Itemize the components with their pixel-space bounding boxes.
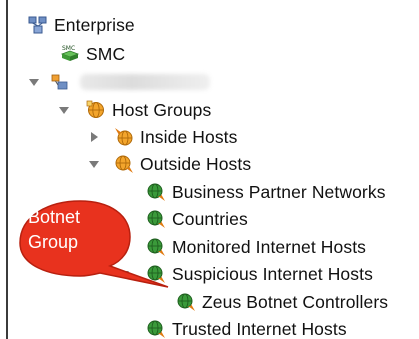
tree-item-label: SMC [86, 43, 126, 64]
callout-line-1: Botnet [28, 207, 81, 227]
tree-item-suspicious-internet-hosts[interactable]: Suspicious Internet Hosts [146, 261, 373, 287]
tree-item-label: Monitored Internet Hosts [172, 236, 367, 257]
tree-panel: Enterprise SMC SMC Host Groups Inside Ho… [0, 0, 419, 339]
expand-toggle-host-groups[interactable] [58, 104, 70, 116]
tree-item-business-partner-networks[interactable]: Business Partner Networks [146, 179, 386, 205]
chevron-right-icon [91, 132, 98, 142]
redacted-domain-name [80, 74, 210, 90]
tree-item-smc[interactable]: SMC SMC [60, 41, 125, 67]
inside-hosts-icon [115, 128, 133, 146]
chevron-down-icon [89, 161, 99, 168]
host-group-icon [147, 320, 165, 338]
domain-icon [51, 74, 68, 90]
tree-item-outside-hosts[interactable]: Outside Hosts [114, 151, 251, 177]
host-group-icon [177, 293, 195, 311]
chevron-down-icon [29, 79, 39, 86]
tree-item-label: Outside Hosts [140, 153, 252, 174]
expand-toggle-domain[interactable] [28, 76, 40, 88]
tree-item-label: Zeus Botnet Controllers [202, 291, 389, 312]
tree-item-label: Business Partner Networks [172, 181, 386, 202]
tree-item-label: Countries [172, 208, 248, 229]
chevron-down-icon [59, 107, 69, 114]
tree-item-label: Enterprise [54, 14, 135, 35]
smc-server-icon: SMC [60, 45, 80, 61]
outside-hosts-icon [115, 155, 133, 173]
panel-divider [6, 0, 8, 339]
tree-item-host-groups[interactable]: Host Groups [86, 97, 211, 123]
tree-item-label: Host Groups [112, 99, 212, 120]
expand-toggle-outside-hosts[interactable] [88, 158, 100, 170]
tree-item-enterprise[interactable]: Enterprise [28, 12, 135, 38]
enterprise-icon [28, 16, 47, 34]
callout-line-2: Group [28, 232, 79, 252]
tree-item-monitored-internet-hosts[interactable]: Monitored Internet Hosts [146, 234, 366, 260]
expand-toggle-inside-hosts[interactable] [88, 131, 100, 143]
smc-badge-text: SMC [62, 45, 75, 52]
tree-item-label: Trusted Internet Hosts [172, 318, 347, 339]
tree-item-inside-hosts[interactable]: Inside Hosts [114, 124, 238, 150]
botnet-group-callout: Botnet Group [10, 195, 170, 295]
tree-item-domain[interactable] [50, 69, 210, 95]
host-groups-icon [86, 100, 104, 118]
tree-item-trusted-internet-hosts[interactable]: Trusted Internet Hosts [146, 316, 347, 339]
tree-item-zeus-botnet-controllers[interactable]: Zeus Botnet Controllers [176, 289, 388, 315]
tree-item-label: Suspicious Internet Hosts [172, 263, 373, 284]
tree-item-label: Inside Hosts [140, 126, 238, 147]
